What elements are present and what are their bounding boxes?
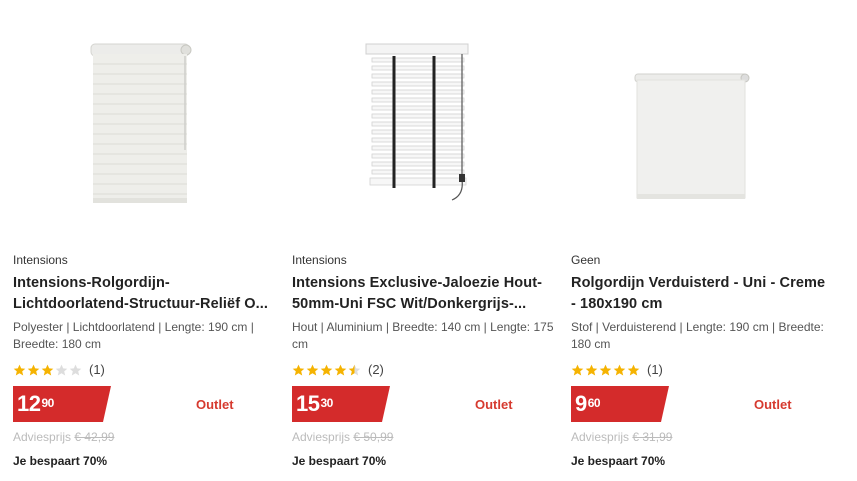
rating[interactable]: (1) [13,362,105,377]
product-specs: Polyester | Lichtdoorlatend | Lengte: 19… [13,320,254,351]
rating-count: (2) [368,362,384,377]
rating[interactable]: (1) [571,362,663,377]
star-icon [292,364,305,375]
product-card[interactable]: Intensions Intensions Exclusive-Jaloezie… [292,0,562,481]
outlet-label[interactable]: Outlet [196,397,234,412]
outlet-label[interactable]: Outlet [754,397,792,412]
price-main: 12 [17,391,41,416]
advice-price-value: € 50,99 [353,430,394,444]
product-image[interactable] [292,30,552,220]
price-cents: 60 [587,396,601,410]
star-icon [571,364,584,375]
price-main: 9 [575,391,587,416]
savings-text: Je bespaart 70% [571,454,666,468]
rating-count: (1) [647,362,663,377]
product-title[interactable]: Rolgordijn Verduisterd - Uni - Creme - 1… [571,273,831,315]
product-brand: Intensions [292,253,347,267]
advice-price-label: Adviesprijs [13,430,72,444]
savings-text: Je bespaart 70% [13,454,108,468]
savings-text: Je bespaart 70% [292,454,387,468]
price-cents: 30 [320,396,333,410]
product-brand: Intensions [13,253,68,267]
product-card[interactable]: Intensions Intensions-Rolgordijn-Lichtdo… [13,0,283,481]
advice-price: Adviesprijs € 50,99 [292,430,393,444]
rating-count: (1) [89,362,105,377]
product-image[interactable] [571,30,831,220]
price: 960 [575,391,601,417]
star-icon [13,364,26,375]
star-icon [69,364,82,375]
advice-price-label: Adviesprijs [292,430,351,444]
product-card[interactable]: Geen Rolgordijn Verduisterd - Uni - Crem… [571,0,841,481]
price-tag: 960 [571,386,669,422]
product-grid: Intensions Intensions-Rolgordijn-Lichtdo… [0,0,857,481]
star-icon [41,364,54,375]
product-image[interactable] [13,30,273,220]
roller-blind-plain-icon [634,73,750,199]
star-icon [55,364,68,375]
price-cents: 90 [41,396,54,410]
product-specs: Hout | Aluminium | Breedte: 140 cm | Len… [292,320,554,351]
price: 1530 [296,391,333,417]
roller-blind-structured-icon [90,43,192,203]
star-icon [613,364,626,375]
price-main: 15 [296,391,320,416]
product-title[interactable]: Intensions Exclusive-Jaloezie Hout-50mm-… [292,273,552,315]
venetian-blind-icon [365,43,469,201]
star-icon [306,364,319,375]
advice-price-label: Adviesprijs [571,430,630,444]
star-icon [27,364,40,375]
product-brand: Geen [571,253,601,267]
price-tag: 1530 [292,386,390,422]
rating[interactable]: (2) [292,362,384,377]
star-rating [292,364,362,376]
star-icon [585,364,598,375]
advice-price: Adviesprijs € 31,99 [571,430,672,444]
advice-price-value: € 42,99 [74,430,115,444]
star-icon [320,364,333,375]
star-rating [571,364,641,376]
outlet-label[interactable]: Outlet [475,397,513,412]
star-icon [334,364,347,375]
product-title[interactable]: Intensions-Rolgordijn-Lichtdoorlatend-St… [13,273,273,315]
star-icon [599,364,612,375]
star-icon [627,364,640,375]
star-icon [348,364,361,375]
star-rating [13,364,83,376]
product-specs: Stof | Verduisterend | Lengte: 190 cm | … [571,320,824,351]
advice-price: Adviesprijs € 42,99 [13,430,114,444]
price-tag: 1290 [13,386,111,422]
advice-price-value: € 31,99 [632,430,673,444]
price: 1290 [17,391,54,417]
